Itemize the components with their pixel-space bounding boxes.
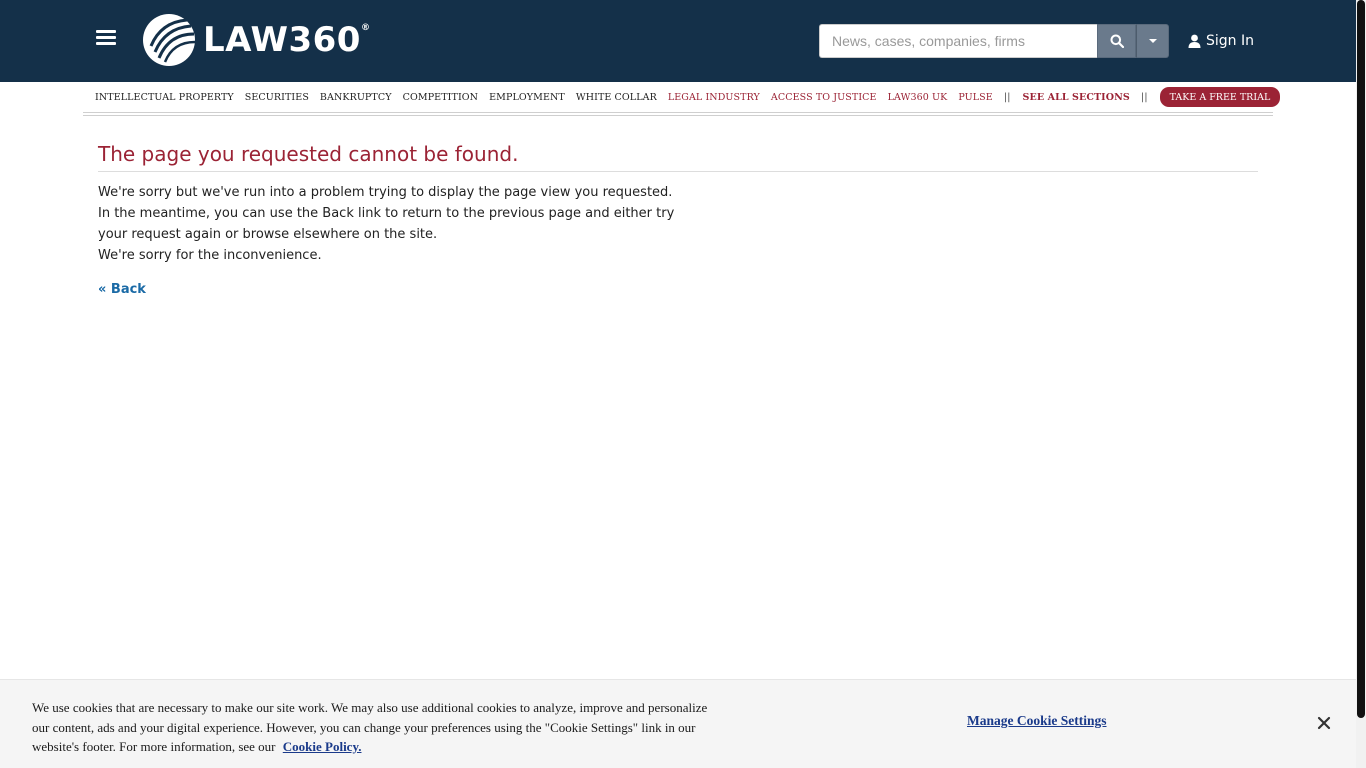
search-options-dropdown[interactable]: [1136, 24, 1169, 58]
nav-securities[interactable]: SECURITIES: [245, 92, 309, 103]
error-message-line: In the meantime, you can use the Back li…: [98, 206, 675, 242]
scrollbar-thumb[interactable]: [1357, 0, 1365, 718]
search-bar: [819, 24, 1169, 58]
cookie-notice-text: We use cookies that are necessary to mak…: [32, 698, 712, 757]
sign-in-label: Sign In: [1206, 33, 1254, 49]
sign-in-link[interactable]: Sign In: [1188, 30, 1254, 52]
nav-employment[interactable]: EMPLOYMENT: [489, 92, 565, 103]
nav-pulse[interactable]: PULSE: [958, 92, 992, 103]
nav-intellectual-property[interactable]: INTELLECTUAL PROPERTY: [95, 92, 234, 103]
search-button[interactable]: [1097, 24, 1136, 58]
logo-mark-icon: [143, 14, 196, 66]
title-divider: [98, 171, 1258, 172]
scrollbar[interactable]: [1356, 0, 1366, 768]
nav-see-all-sections[interactable]: SEE ALL SECTIONS: [1023, 92, 1130, 103]
free-trial-button[interactable]: TAKE A FREE TRIAL: [1159, 87, 1281, 107]
hamburger-menu-icon[interactable]: [96, 30, 116, 48]
search-icon: [1110, 34, 1124, 48]
nav-divider: [83, 112, 1273, 113]
nav-competition[interactable]: COMPETITION: [403, 92, 479, 103]
search-input[interactable]: [819, 24, 1097, 58]
nav-bankruptcy[interactable]: BANKRUPTCY: [320, 92, 392, 103]
nav-legal-industry[interactable]: LEGAL INDUSTRY: [668, 92, 760, 103]
cookie-banner: We use cookies that are necessary to mak…: [0, 679, 1356, 768]
cookie-policy-link[interactable]: Cookie Policy.: [283, 739, 362, 754]
close-icon[interactable]: [1316, 715, 1332, 731]
nav-white-collar[interactable]: WHITE COLLAR: [576, 92, 657, 103]
nav-law360-uk[interactable]: LAW360 UK: [888, 92, 948, 103]
caret-down-icon: [1148, 39, 1157, 43]
page-title: The page you requested cannot be found.: [98, 142, 519, 166]
nav-divider: [83, 115, 1273, 116]
logo-text: LAW360: [203, 20, 361, 60]
nav-separator: ||: [1140, 91, 1148, 103]
error-message-line: We're sorry but we've run into a problem…: [98, 185, 673, 200]
cookie-notice-body: We use cookies that are necessary to mak…: [32, 700, 708, 754]
error-message-line: We're sorry for the inconvenience.: [98, 248, 322, 263]
nav-separator: ||: [1003, 91, 1011, 103]
back-link[interactable]: « Back: [98, 282, 146, 297]
top-header: LAW360® Sign In: [0, 0, 1356, 82]
logo-wordmark: LAW360®: [203, 12, 370, 68]
nav-access-to-justice[interactable]: ACCESS TO JUSTICE: [771, 92, 877, 103]
section-nav: INTELLECTUAL PROPERTY SECURITIES BANKRUP…: [95, 87, 1281, 107]
law360-logo[interactable]: LAW360®: [141, 12, 370, 68]
logo-registered-mark: ®: [360, 23, 371, 33]
manage-cookie-settings-link[interactable]: Manage Cookie Settings: [967, 713, 1107, 729]
user-icon: [1188, 34, 1201, 48]
